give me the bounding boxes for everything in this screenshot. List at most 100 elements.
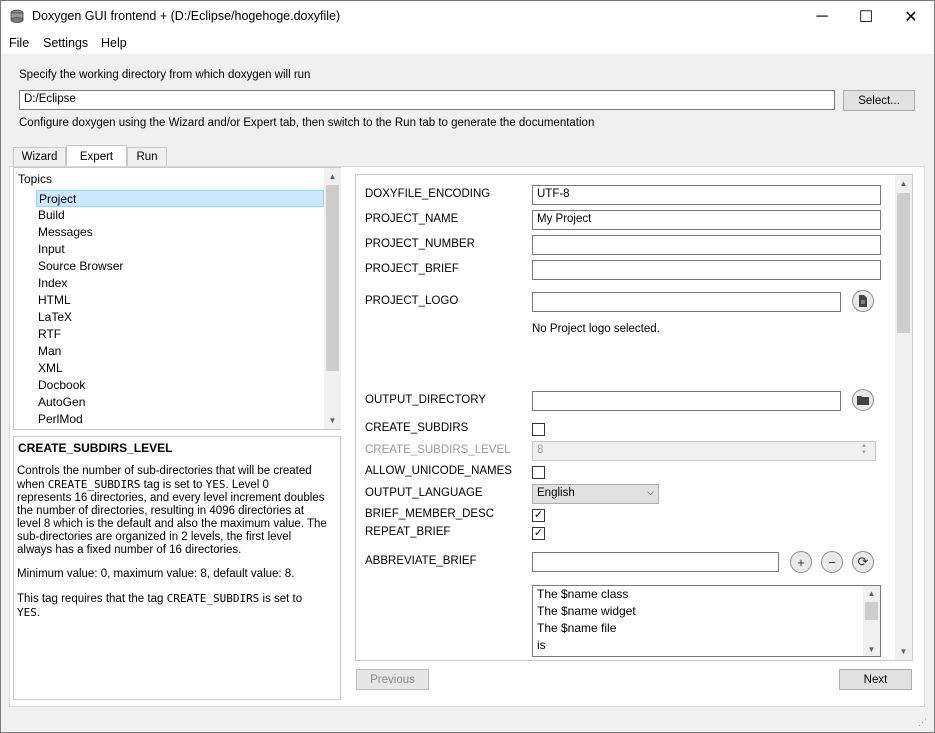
scroll-up-icon[interactable]: ▲ bbox=[324, 168, 341, 185]
close-button[interactable]: ✕ bbox=[888, 1, 934, 32]
abbreviate-brief-input[interactable] bbox=[532, 552, 779, 572]
remove-button[interactable]: − bbox=[821, 551, 843, 573]
doxygen-window: Doxygen GUI frontend + (D:/Eclipse/hogeh… bbox=[0, 0, 935, 733]
project-logo-input[interactable] bbox=[532, 292, 841, 312]
help-line: sub-directories are organized in 2 level… bbox=[17, 531, 292, 543]
option-label: PROJECT_NAME bbox=[365, 213, 459, 225]
help-line: Minimum value: 0, maximum value: 8, defa… bbox=[17, 568, 295, 580]
help-text: This tag requires that the tag bbox=[17, 593, 167, 605]
tab-run[interactable]: Run bbox=[127, 147, 167, 166]
add-button[interactable]: + bbox=[790, 551, 812, 573]
help-code: YES bbox=[205, 478, 226, 491]
minus-icon: − bbox=[828, 554, 836, 570]
create-subdirs-level-spinbox[interactable]: 8 bbox=[532, 441, 876, 461]
option-label: ALLOW_UNICODE_NAMES bbox=[365, 465, 512, 477]
reset-button[interactable]: ⟳ bbox=[852, 551, 874, 573]
topics-scroll-thumb[interactable] bbox=[326, 185, 339, 371]
topic-item-build[interactable]: Build bbox=[36, 207, 324, 224]
list-item[interactable]: is bbox=[537, 638, 546, 652]
topics-scrollbar[interactable]: ▲ ▼ bbox=[324, 168, 341, 429]
option-label: ABBREVIATE_BRIEF bbox=[365, 555, 477, 567]
menu-help[interactable]: Help bbox=[101, 36, 127, 50]
doxyfile-encoding-input[interactable]: UTF-8 bbox=[532, 185, 881, 205]
title-bar: Doxygen GUI frontend + (D:/Eclipse/hogeh… bbox=[1, 1, 934, 32]
list-item[interactable]: The $name file bbox=[537, 621, 616, 635]
workdir-input[interactable]: D:/Eclipse bbox=[19, 90, 835, 110]
list-item[interactable]: The $name widget bbox=[537, 604, 636, 618]
minimize-icon: ─ bbox=[816, 7, 828, 25]
topic-item-html[interactable]: HTML bbox=[36, 292, 324, 309]
options-scroll-thumb[interactable] bbox=[897, 193, 910, 333]
create-subdirs-checkbox[interactable] bbox=[532, 423, 545, 436]
resize-grip-icon[interactable]: ⋰ bbox=[918, 717, 927, 728]
browse-folder-button[interactable] bbox=[852, 389, 874, 411]
topic-item-rtf[interactable]: RTF bbox=[36, 326, 324, 343]
help-code: CREATE_SUBDIRS bbox=[166, 592, 260, 605]
output-directory-input[interactable] bbox=[532, 391, 841, 411]
browse-file-button[interactable] bbox=[852, 290, 874, 312]
abbrev-list-scrollbar[interactable]: ▲ ▼ bbox=[863, 586, 880, 656]
topic-item-perlmod[interactable]: PerlMod bbox=[36, 411, 324, 428]
topic-item-latex[interactable]: LaTeX bbox=[36, 309, 324, 326]
maximize-button[interactable]: ☐ bbox=[843, 1, 889, 32]
help-line: YES. bbox=[17, 606, 339, 620]
menu-settings[interactable]: Settings bbox=[43, 36, 88, 50]
help-code: CREATE_SUBDIRS bbox=[47, 478, 141, 491]
topic-item-project[interactable]: Project bbox=[36, 190, 324, 207]
spinbox-arrows-icon[interactable]: ▲ ▼ bbox=[861, 443, 867, 457]
window-title: Doxygen GUI frontend + (D:/Eclipse/hogeh… bbox=[32, 9, 341, 23]
configure-hint: Configure doxygen using the Wizard and/o… bbox=[19, 117, 595, 129]
menu-file[interactable]: File bbox=[9, 36, 29, 50]
topic-item-messages[interactable]: Messages bbox=[36, 224, 324, 241]
maximize-icon: ☐ bbox=[858, 8, 874, 26]
topic-item-source-browser[interactable]: Source Browser bbox=[36, 258, 324, 275]
scroll-down-icon[interactable]: ▼ bbox=[895, 643, 912, 660]
chevron-down-icon: ⌵ bbox=[647, 487, 654, 497]
help-text: when bbox=[17, 479, 48, 491]
abbreviate-brief-list[interactable]: The $name class The $name widget The $name… bbox=[532, 585, 881, 657]
previous-button[interactable]: Previous bbox=[356, 669, 429, 690]
topic-item-input[interactable]: Input bbox=[36, 241, 324, 258]
refresh-icon: ⟳ bbox=[857, 554, 869, 569]
scroll-up-icon[interactable]: ▲ bbox=[895, 175, 912, 192]
option-label: PROJECT_NUMBER bbox=[365, 238, 475, 250]
help-text: is set to bbox=[259, 593, 303, 605]
topic-item-docbook[interactable]: Docbook bbox=[36, 377, 324, 394]
tab-expert[interactable]: Expert bbox=[66, 145, 127, 167]
topic-item-autogen[interactable]: AutoGen bbox=[36, 394, 324, 411]
output-language-select[interactable]: English ⌵ bbox=[532, 484, 659, 504]
close-icon: ✕ bbox=[904, 8, 918, 26]
scroll-up-icon[interactable]: ▲ bbox=[863, 586, 880, 600]
project-number-input[interactable] bbox=[532, 235, 881, 255]
help-line: This tag requires that the tag CREATE_SU… bbox=[17, 592, 339, 606]
tab-wizard[interactable]: Wizard bbox=[13, 147, 66, 166]
project-brief-input[interactable] bbox=[532, 260, 881, 280]
doxygen-app-icon bbox=[10, 9, 24, 23]
topic-item-index[interactable]: Index bbox=[36, 275, 324, 292]
help-line: the number of directories, resulting in … bbox=[17, 505, 305, 517]
options-scrollbar[interactable]: ▲ ▼ bbox=[895, 175, 912, 660]
minimize-button[interactable]: ─ bbox=[799, 1, 845, 32]
select-workdir-button[interactable]: Select... bbox=[843, 90, 915, 111]
topics-panel: Topics Project Build Messages Input Source B… bbox=[13, 167, 341, 430]
option-label: BRIEF_MEMBER_DESC bbox=[365, 508, 495, 520]
scroll-down-icon[interactable]: ▼ bbox=[324, 412, 341, 429]
option-label: REPEAT_BRIEF bbox=[365, 526, 451, 538]
file-icon bbox=[859, 295, 867, 307]
next-button[interactable]: Next bbox=[839, 669, 912, 690]
option-label: OUTPUT_DIRECTORY bbox=[365, 394, 486, 406]
scroll-down-icon[interactable]: ▼ bbox=[863, 642, 880, 656]
help-line: when CREATE_SUBDIRS tag is set to YES. L… bbox=[17, 478, 339, 492]
abbrev-scroll-thumb[interactable] bbox=[865, 602, 878, 620]
list-item[interactable]: The $name class bbox=[537, 587, 628, 601]
option-label: CREATE_SUBDIRS_LEVEL bbox=[365, 444, 511, 456]
brief-member-desc-checkbox[interactable]: ✓ bbox=[532, 509, 545, 522]
help-text: tag is set to bbox=[140, 479, 206, 491]
allow-unicode-names-checkbox[interactable] bbox=[532, 466, 545, 479]
repeat-brief-checkbox[interactable]: ✓ bbox=[532, 527, 545, 540]
project-name-input[interactable]: My Project bbox=[532, 210, 881, 230]
help-code: YES bbox=[17, 606, 37, 619]
topic-item-man[interactable]: Man bbox=[36, 343, 324, 360]
help-text: . bbox=[36, 607, 41, 619]
topic-item-xml[interactable]: XML bbox=[36, 360, 324, 377]
